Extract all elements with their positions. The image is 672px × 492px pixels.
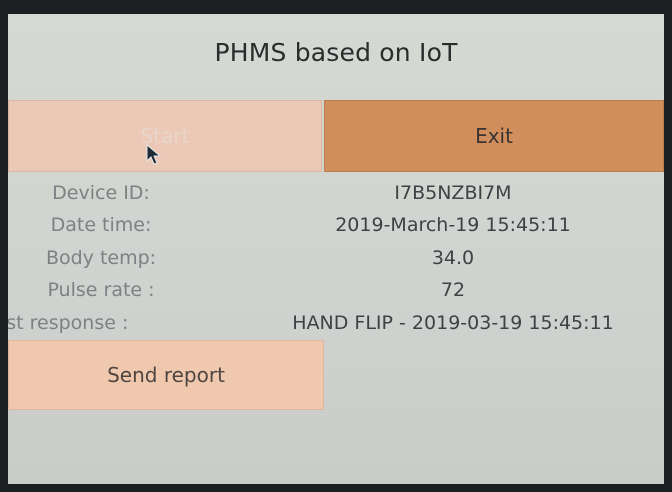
last-response-value: HAND FLIP - 2019-03-19 15:45:11 <box>292 312 614 334</box>
date-time-label: Date time: <box>50 214 152 236</box>
window-title: PHMS based on IoT <box>214 38 458 67</box>
pulse-rate-row: Pulse rate : 72 <box>8 279 664 309</box>
body-temp-label: Body temp: <box>45 247 157 269</box>
body-temp-value: 34.0 <box>431 247 475 269</box>
send-report-button[interactable]: Send report <box>8 340 324 410</box>
mouse-pointer-icon <box>146 144 162 165</box>
exit-button-label: Exit <box>475 124 513 148</box>
device-id-row: Device ID: I7B5NZBI7M <box>8 182 664 212</box>
exit-button[interactable]: Exit <box>324 100 664 172</box>
start-button[interactable]: Start <box>8 100 322 172</box>
date-time-value: 2019-March-19 15:45:11 <box>335 214 571 236</box>
last-response-label: Last response : <box>8 312 129 334</box>
device-id-label: Device ID: <box>52 182 150 204</box>
pulse-rate-value: 72 <box>440 279 466 301</box>
date-time-row: Date time: 2019-March-19 15:45:11 <box>8 214 664 244</box>
device-id-value: I7B5NZBI7M <box>394 182 512 204</box>
last-response-row: Last response : HAND FLIP - 2019-03-19 1… <box>8 312 664 342</box>
send-report-button-label: Send report <box>107 363 225 387</box>
pulse-rate-label: Pulse rate : <box>47 279 155 301</box>
app-screen: PHMS based on IoT Start Exit Device ID: … <box>8 14 664 484</box>
body-temp-row: Body temp: 34.0 <box>8 247 664 277</box>
